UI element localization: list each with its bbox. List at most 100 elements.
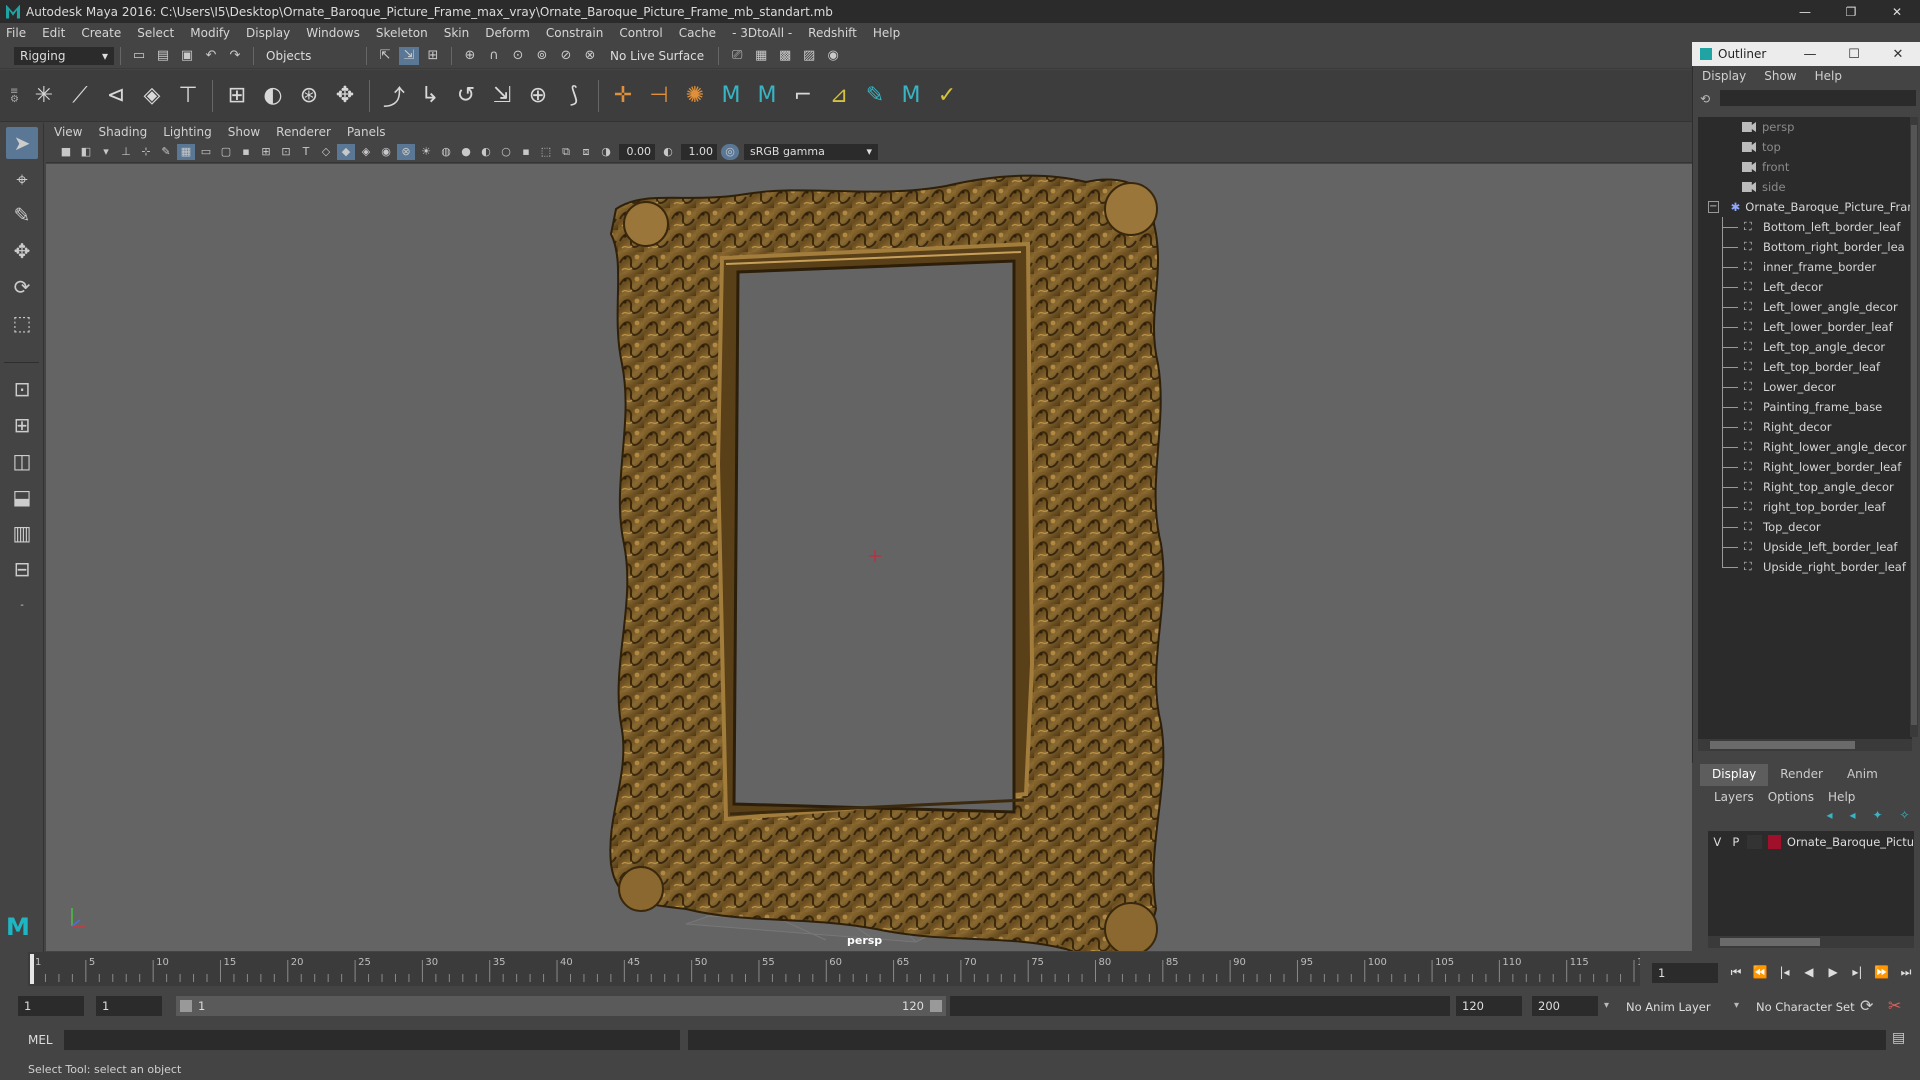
menu-help[interactable]: Help	[873, 26, 900, 40]
snap-surface-icon[interactable]: ⊘	[556, 47, 576, 65]
sculpt-deformer-icon[interactable]: ✥	[329, 80, 361, 112]
start-time-field[interactable]: 1	[18, 996, 84, 1016]
persp-uv-icon[interactable]: ⊟	[6, 553, 38, 585]
grid-icon[interactable]: ▦	[177, 143, 195, 160]
lights-icon[interactable]: ⊗	[397, 143, 415, 160]
undo-icon[interactable]: ↶	[201, 47, 221, 65]
persp-graph-icon[interactable]: ⬓	[6, 481, 38, 513]
outliner-minimize-button[interactable]: —	[1788, 47, 1832, 62]
outliner-v-scrollbar[interactable]	[1910, 117, 1918, 737]
outliner-mesh-item[interactable]: ⛶ Left_lower_angle_decor	[1698, 297, 1912, 317]
outliner-mesh-item[interactable]: ⛶ Bottom_left_border_leaf	[1698, 217, 1912, 237]
collapse-icon[interactable]: −	[1708, 201, 1719, 213]
menu-edit[interactable]: Edit	[42, 26, 65, 40]
outliner-menu-help[interactable]: Help	[1815, 69, 1842, 83]
play-backward-icon[interactable]: ◀	[1799, 962, 1819, 982]
persp-outliner-icon[interactable]: ◫	[6, 445, 38, 477]
cluster-icon[interactable]: ◐	[257, 80, 289, 112]
picture-frame-model[interactable]	[46, 164, 1692, 951]
grease-pencil-icon[interactable]: ✎	[157, 144, 175, 160]
snap-pivot-icon[interactable]: ⊗	[580, 47, 600, 65]
tab-anim[interactable]: Anim	[1835, 764, 1890, 786]
anim-layer-dropdown[interactable]: No Anim Layer	[1626, 1000, 1711, 1014]
aim-constraint-icon[interactable]: ↳	[414, 80, 446, 112]
minimize-button[interactable]: —	[1782, 0, 1828, 23]
bind-skin-icon[interactable]: ◈	[136, 80, 168, 112]
viewport-menu-view[interactable]: View	[54, 125, 82, 139]
range-start-handle[interactable]	[180, 1000, 192, 1012]
step-forward-key-icon[interactable]: ⏩	[1872, 962, 1892, 982]
menu-constrain[interactable]: Constrain	[546, 26, 604, 40]
shade-wire-icon[interactable]: ◈	[357, 144, 375, 160]
ao-icon[interactable]: ◍	[437, 144, 455, 160]
paint-weights-icon[interactable]: ⊿	[823, 80, 855, 112]
ik-handle-icon[interactable]: ⟋	[64, 80, 96, 112]
outliner-mesh-item[interactable]: ⛶ Upside_right_border_leaf	[1698, 557, 1912, 577]
image-plane-icon[interactable]: ⊥	[117, 144, 135, 160]
tab-display[interactable]: Display	[1700, 764, 1769, 786]
scale-constraint-icon[interactable]: ⇲	[486, 80, 518, 112]
four-view-icon[interactable]: ⊞	[6, 409, 38, 441]
film-gate-icon[interactable]: ▭	[197, 144, 215, 160]
new-scene-icon[interactable]: ▭	[129, 47, 149, 65]
xray-joints-icon[interactable]: ⧉	[557, 144, 575, 160]
xray-icon[interactable]: ⬚	[537, 144, 555, 160]
point-constraint-icon[interactable]: ⤴	[378, 80, 410, 112]
chevron-down-icon[interactable]: ▾	[1604, 1000, 1609, 1011]
menu-cache[interactable]: Cache	[679, 26, 716, 40]
outliner-camera-item[interactable]: front	[1698, 157, 1912, 177]
maya-m2-icon[interactable]: M	[751, 80, 783, 112]
outliner-mesh-item[interactable]: ⛶ Painting_frame_base	[1698, 397, 1912, 417]
menu-file[interactable]: File	[6, 26, 26, 40]
set-key-icon[interactable]: ⊣	[643, 80, 675, 112]
viewport-menu-lighting[interactable]: Lighting	[163, 125, 212, 139]
outliner-maximize-button[interactable]: ☐	[1832, 47, 1876, 62]
close-button[interactable]: ✕	[1874, 0, 1920, 23]
ik-spline-icon[interactable]: ⊲	[100, 80, 132, 112]
viewport-menu-shading[interactable]: Shading	[98, 125, 147, 139]
layer-menu-layers[interactable]: Layers	[1714, 790, 1754, 804]
outliner-search-input[interactable]	[1720, 90, 1916, 106]
outliner-mesh-item[interactable]: ⛶ Left_top_border_leaf	[1698, 357, 1912, 377]
layer-down-icon[interactable]: ◂	[1849, 808, 1855, 826]
aa-icon[interactable]: ◐	[477, 144, 495, 160]
outliner-tree[interactable]: persp top front side − ✱ Ornate_Baroque_Pic…	[1698, 117, 1912, 739]
new-layer-selected-icon[interactable]: ✧	[1899, 808, 1909, 826]
menu-3dtoall[interactable]: - 3DtoAll -	[732, 26, 792, 40]
layer-visibility-toggle[interactable]: V	[1708, 835, 1727, 849]
snap-view-icon[interactable]: ⊚	[532, 47, 552, 65]
bookmark-icon[interactable]: ▾	[97, 144, 115, 160]
live-surface-label[interactable]: No Live Surface	[610, 49, 704, 63]
maya-m-icon[interactable]: M	[715, 80, 747, 112]
outliner-menu-show[interactable]: Show	[1764, 69, 1796, 83]
paint-select-icon[interactable]: ✎	[6, 199, 38, 231]
layer-up-icon[interactable]: ◂	[1826, 808, 1832, 826]
snap-grid-icon[interactable]: ⊕	[460, 47, 480, 65]
layer-playback-toggle[interactable]: P	[1727, 835, 1746, 849]
outliner-mesh-item[interactable]: ⛶ Left_top_angle_decor	[1698, 337, 1912, 357]
step-back-frame-icon[interactable]: |◂	[1775, 962, 1795, 982]
chevron-down-icon[interactable]: ▾	[1734, 1000, 1739, 1011]
outliner-camera-item[interactable]: side	[1698, 177, 1912, 197]
outliner-camera-item[interactable]: top	[1698, 137, 1912, 157]
scrollbar-thumb[interactable]	[1720, 938, 1820, 946]
camera-icon[interactable]: ■	[57, 144, 75, 160]
safe-title-icon[interactable]: T	[297, 144, 315, 160]
end-time-field[interactable]: 200	[1532, 996, 1598, 1016]
gamma-icon[interactable]: ◐	[659, 144, 677, 160]
outliner-mesh-item[interactable]: ⛶ Top_decor	[1698, 517, 1912, 537]
select-tool-icon[interactable]: ➤	[6, 127, 38, 159]
scale-tool-icon[interactable]: ⬚	[6, 307, 38, 339]
select-object-icon[interactable]: ⇲	[399, 46, 419, 65]
open-scene-icon[interactable]: ▤	[153, 47, 173, 65]
play-forward-icon[interactable]: ▶	[1823, 962, 1843, 982]
layer-h-scrollbar[interactable]	[1708, 936, 1914, 948]
menu-deform[interactable]: Deform	[485, 26, 530, 40]
outliner-h-scrollbar[interactable]	[1698, 739, 1912, 751]
auto-key-icon[interactable]: ⟳	[1860, 996, 1873, 1015]
hik-icon[interactable]: ⊤	[172, 80, 204, 112]
2d-pan-icon[interactable]: ⊹	[137, 144, 155, 160]
scrollbar-thumb[interactable]	[1911, 125, 1917, 725]
cluster-handle-icon[interactable]: ✺	[679, 80, 711, 112]
command-language-label[interactable]: MEL	[28, 1033, 53, 1047]
